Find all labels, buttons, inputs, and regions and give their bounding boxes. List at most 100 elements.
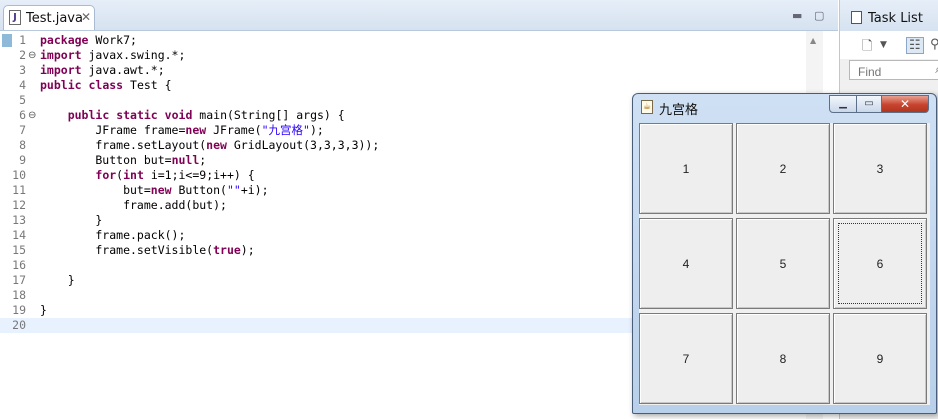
code-token: frame.setLayout(: [40, 138, 207, 152]
keyword-token: int: [123, 168, 144, 182]
find-field[interactable]: ⌕: [849, 60, 938, 80]
code-token: Work7;: [88, 33, 137, 47]
keyword-token: import: [40, 48, 82, 62]
code-token: ;: [199, 153, 207, 167]
line-number: 8: [19, 138, 26, 152]
code-text: frame.setLayout(new GridLayout(3,3,3,3))…: [40, 138, 379, 153]
line-number: 9: [19, 153, 26, 167]
line-number: 5: [19, 93, 26, 107]
line-number: 11: [12, 183, 26, 197]
code-text: }: [40, 303, 47, 318]
code-text: }: [40, 213, 102, 228]
task-list-header[interactable]: Task List: [840, 0, 938, 32]
tab-label: Test.java: [26, 11, 83, 26]
line-number: 14: [12, 228, 26, 242]
line-number: 12: [12, 198, 26, 212]
code-text: }: [40, 273, 75, 288]
swing-window[interactable]: ☕ 九宫格 ▁ ▭ ✕ 123 456 789: [632, 93, 937, 414]
minimize-button[interactable]: ▁: [829, 95, 857, 113]
grid-panel: 123 456 789: [639, 123, 930, 405]
code-line[interactable]: 1 package Work7;: [0, 33, 820, 48]
line-number: 1: [19, 33, 26, 47]
code-text: Button but=null;: [40, 153, 206, 168]
code-text: for(int i=1;i<=9;i++) {: [40, 168, 255, 183]
close-button[interactable]: ✕: [881, 95, 929, 113]
code-line[interactable]: 3 import java.awt.*;: [0, 63, 820, 78]
code-text: package Work7;: [40, 33, 137, 48]
dropdown-arrow-icon[interactable]: ▼: [880, 40, 887, 50]
grid-button-7[interactable]: 7: [639, 313, 733, 404]
keyword-token: true: [213, 243, 241, 257]
code-text: import javax.swing.*;: [40, 48, 185, 63]
code-text: public static void main(String[] args) {: [40, 108, 345, 123]
keyword-token: public: [40, 78, 82, 92]
close-icon[interactable]: ✕: [81, 10, 91, 24]
grid-button-9[interactable]: 9: [833, 313, 927, 404]
code-line[interactable]: 4 public class Test {: [0, 78, 820, 93]
grid-button-8[interactable]: 8: [736, 313, 830, 404]
task-list-toolbar: 🗋 ▼ ☷ ⚲: [840, 31, 938, 59]
new-task-icon[interactable]: 🗋: [862, 37, 872, 59]
find-input[interactable]: [858, 65, 928, 79]
line-number: 3: [19, 63, 26, 77]
filter-icon[interactable]: ⚲: [930, 37, 938, 52]
code-token: }: [40, 303, 47, 317]
grid-button-3[interactable]: 3: [833, 123, 927, 214]
minimize-icon[interactable]: ▬: [792, 9, 802, 22]
code-token: JFrame frame=: [40, 123, 186, 137]
keyword-token: void: [164, 108, 193, 122]
keyword-token: public: [67, 108, 110, 122]
code-text: frame.setVisible(true);: [40, 243, 255, 258]
code-token: i=1;i<=9;i++) {: [143, 168, 255, 182]
code-text: import java.awt.*;: [40, 63, 165, 78]
fold-toggle-icon[interactable]: ⊖: [28, 48, 36, 63]
keyword-token: new: [206, 138, 227, 152]
string-token: "九宫格": [261, 123, 310, 137]
categorize-icon[interactable]: ☷: [906, 37, 924, 54]
grid-button-5[interactable]: 5: [736, 218, 830, 309]
keyword-token: for: [95, 168, 117, 182]
line-number: 15: [12, 243, 26, 257]
grid-button-2[interactable]: 2: [736, 123, 830, 214]
code-token: but=: [40, 183, 151, 197]
grid-button-4[interactable]: 4: [639, 218, 733, 309]
keyword-token: package: [40, 33, 89, 47]
scroll-up-icon[interactable]: ▲: [810, 36, 816, 45]
code-token: +i);: [240, 183, 269, 197]
keyword-token: new: [150, 183, 172, 197]
keyword-token: null: [171, 153, 200, 167]
code-token: }: [40, 213, 103, 227]
maximize-button[interactable]: ▭: [856, 95, 882, 113]
code-line[interactable]: 2 ⊖ import javax.swing.*;: [0, 48, 820, 63]
line-number: 17: [12, 273, 26, 287]
java-app-icon: ☕: [641, 100, 653, 114]
code-token: java.awt.*;: [81, 63, 165, 77]
maximize-icon[interactable]: ▢: [814, 9, 824, 22]
code-text: JFrame frame=new JFrame("九宫格");: [40, 123, 324, 138]
task-list-icon: [851, 11, 862, 24]
java-file-icon: J: [9, 10, 21, 25]
code-text: frame.add(but);: [40, 198, 227, 213]
code-token: }: [40, 273, 75, 287]
fold-toggle-icon[interactable]: ⊖: [28, 108, 36, 123]
line-number: 16: [12, 258, 26, 272]
code-token: );: [240, 243, 255, 257]
grid-button-1[interactable]: 1: [639, 123, 733, 214]
keyword-token: import: [40, 63, 82, 77]
tab-test-java[interactable]: J Test.java ✕: [3, 5, 95, 30]
code-text: frame.pack();: [40, 228, 185, 243]
code-text: but=new Button(""+i);: [40, 183, 269, 198]
grid-button-6[interactable]: 6: [833, 218, 927, 309]
line-number: 2: [19, 48, 26, 62]
line-number: 7: [19, 123, 26, 137]
line-number: 13: [12, 213, 26, 227]
code-text: public class Test {: [40, 78, 172, 93]
line-number: 10: [12, 168, 26, 182]
line-number: 4: [19, 78, 26, 92]
window-titlebar[interactable]: ☕ 九宫格 ▁ ▭ ✕: [633, 94, 936, 120]
code-token: Button(: [171, 183, 227, 197]
editor-tab-bar: J Test.java ✕ ▬ ▢: [0, 0, 838, 31]
code-token: );: [309, 123, 324, 137]
code-token: Test {: [123, 78, 172, 92]
